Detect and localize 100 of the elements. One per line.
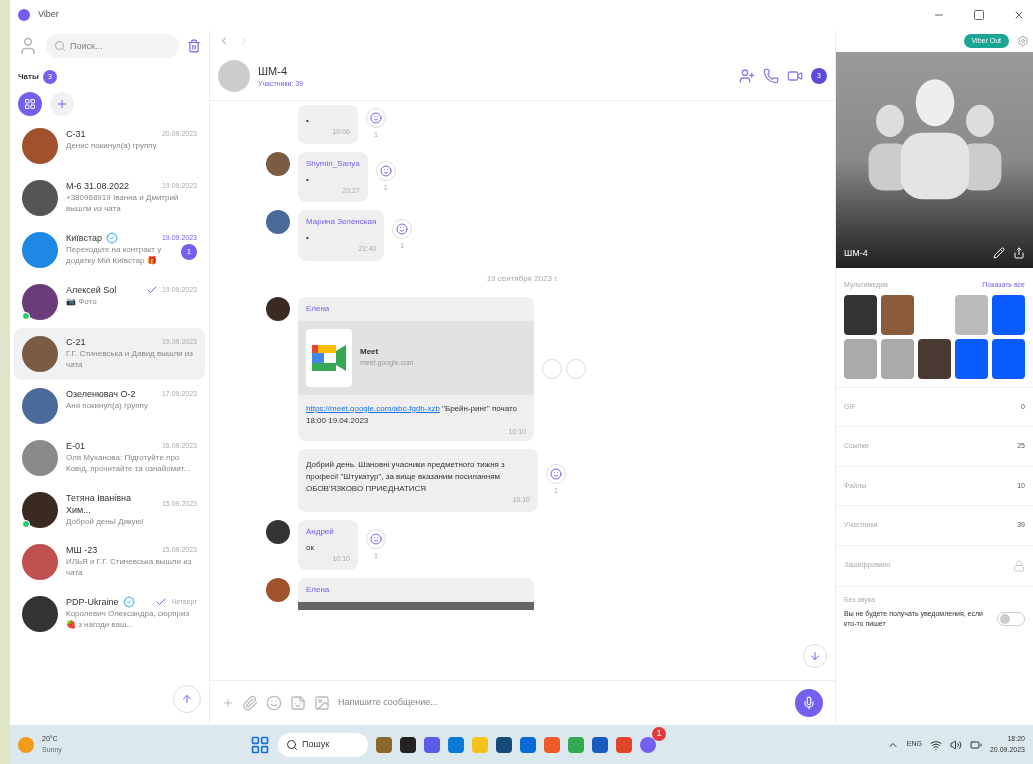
reaction-button[interactable] (366, 108, 386, 128)
avatar-photo (22, 232, 58, 268)
app-logo-icon (18, 9, 30, 21)
avatar-photo (22, 336, 58, 372)
avatar-photo (22, 544, 58, 580)
edit-icon[interactable] (993, 247, 1005, 260)
mute-toggle[interactable] (997, 612, 1025, 626)
chat-name: М-6 31.08.2022 (66, 180, 130, 192)
media-thumbnail[interactable] (992, 338, 1025, 379)
avatar-photo (266, 296, 290, 321)
scroll-down-button[interactable] (803, 644, 827, 668)
add-user-icon[interactable] (739, 68, 755, 84)
chat-preview: 📷 Фото (66, 296, 98, 307)
video-camera-logo-icon (306, 328, 352, 387)
avatar-photo (22, 596, 58, 632)
avatar-photo (266, 519, 290, 544)
date-divider: 19 сентября 2023 г. (486, 272, 559, 285)
media-thumbnail[interactable] (881, 294, 914, 335)
gif-icon[interactable] (314, 695, 330, 711)
sender-name: Shymin_Sanya (306, 157, 360, 170)
chat-name: Озеленювач О-2 (66, 388, 136, 400)
video-call-icon[interactable] (787, 68, 803, 84)
chat-name: Київстар (66, 232, 102, 244)
preview-title: Meet (360, 346, 380, 359)
chat-preview: ИЛЬЯ и Г.Г. Стиневська вышли из чата (66, 556, 193, 578)
arrow-up-icon (181, 693, 193, 705)
message-input[interactable]: Напишите сообщение... (338, 696, 787, 710)
chat-preview: Переходьте на контракт у додатку Мій Київстар 🎁 (66, 244, 163, 266)
chat-name: С-31 (66, 128, 86, 140)
folders-button[interactable] (18, 92, 42, 116)
message-text: • (306, 115, 310, 127)
chat-preview: Г.Г. Стиневська и Давид вышли из чата (66, 348, 194, 370)
avatar-photo (266, 210, 290, 234)
chat-name: Алексей Sol (66, 284, 117, 296)
chats-heading: Чаты (18, 71, 39, 83)
voice-button[interactable] (795, 689, 823, 717)
message-text: Добрий день. Шановні учасники предметного тижня з професії "Штукатур", за вище вказаним посиланням ОБОВ'ЯЗКОВО ПРИЄДНАТИСЯ (306, 459, 506, 495)
battery-icon[interactable] (969, 738, 982, 751)
close-icon[interactable] (1013, 9, 1025, 21)
chat-name: PDP-Ukraine (66, 596, 119, 608)
message-text: https://meet.google.com/abc-fgdh-xzb "Брейн-ринг" почато 18:00 19.04.2023 (305, 402, 518, 427)
chat-preview: +380968919 Іванна и Дмитрий вышли из чата (66, 192, 180, 214)
settings-icon[interactable] (1017, 35, 1029, 47)
search-field[interactable]: Поиск... (46, 34, 179, 58)
volume-icon[interactable] (949, 738, 962, 751)
microphone-icon (802, 696, 816, 710)
wifi-icon[interactable] (929, 738, 942, 751)
media-thumbnail[interactable] (844, 294, 877, 335)
avatar-photo (266, 578, 290, 602)
avatar-photo (22, 388, 58, 424)
lock-icon (1013, 559, 1025, 572)
taskbar-search[interactable]: Пошук (278, 732, 368, 757)
avatar-photo (22, 440, 58, 476)
call-icon[interactable] (763, 68, 779, 84)
chat-preview: Денис покинул(а) группу (66, 140, 158, 151)
chat-preview: Королевич Олександра, сюрприз 🍓 з нагоди ваш... (66, 608, 191, 630)
notification-badge: 1 (652, 726, 666, 741)
taskbar-app-icon[interactable] (400, 736, 416, 753)
emoji-icon[interactable] (266, 695, 282, 711)
maximize-icon[interactable] (973, 9, 985, 21)
avatar-photo (22, 128, 58, 164)
chat-name: МШ -23 (66, 544, 98, 556)
scroll-up-button[interactable] (173, 685, 201, 713)
avatar-photo (266, 151, 290, 176)
reaction-button[interactable] (392, 219, 413, 239)
chat-name: Е-01 (66, 440, 85, 452)
reaction-button[interactable] (546, 464, 566, 484)
media-thumbnail[interactable] (844, 338, 877, 379)
weather-sun-icon (18, 736, 34, 753)
chat-preview: Доброй день! Дякую! (66, 516, 145, 527)
media-thumbnail[interactable] (881, 338, 914, 379)
chat-preview: Аня покинул(а) группу (66, 400, 149, 411)
add-folder-button[interactable] (50, 92, 74, 116)
attach-icon[interactable] (242, 695, 258, 711)
grid-icon (24, 98, 36, 110)
trash-icon[interactable] (187, 39, 201, 53)
sender-name: Андрей (306, 525, 335, 538)
sticker-icon[interactable] (290, 695, 306, 711)
taskbar-app-icon[interactable] (496, 736, 512, 753)
media-thumbnail[interactable] (955, 294, 988, 335)
sender-name: Марина Зеленская (306, 216, 377, 228)
sender-name: Елена (305, 302, 331, 315)
meeting-link[interactable]: https://meet.google.com/abc-fgdh-xzb (306, 403, 440, 413)
share-icon[interactable] (1013, 247, 1025, 260)
start-icon[interactable] (250, 734, 270, 755)
chat-title: ШМ-4 (258, 63, 289, 79)
message-text: • (306, 232, 310, 244)
unread-count: 1 (181, 244, 197, 260)
group-avatar (218, 60, 250, 92)
media-thumbnail[interactable] (918, 338, 951, 379)
media-thumbnail[interactable] (992, 294, 1025, 335)
window-title: Viber (38, 8, 59, 22)
reaction-button[interactable] (375, 160, 396, 181)
reaction-button[interactable] (366, 528, 386, 549)
plus-icon (56, 98, 68, 110)
group-name: ШМ-4 (844, 246, 869, 260)
avatar-photo (22, 180, 58, 216)
profile-icon[interactable] (18, 36, 38, 56)
media-thumbnail[interactable] (955, 338, 988, 379)
message-text: ок (306, 541, 315, 554)
